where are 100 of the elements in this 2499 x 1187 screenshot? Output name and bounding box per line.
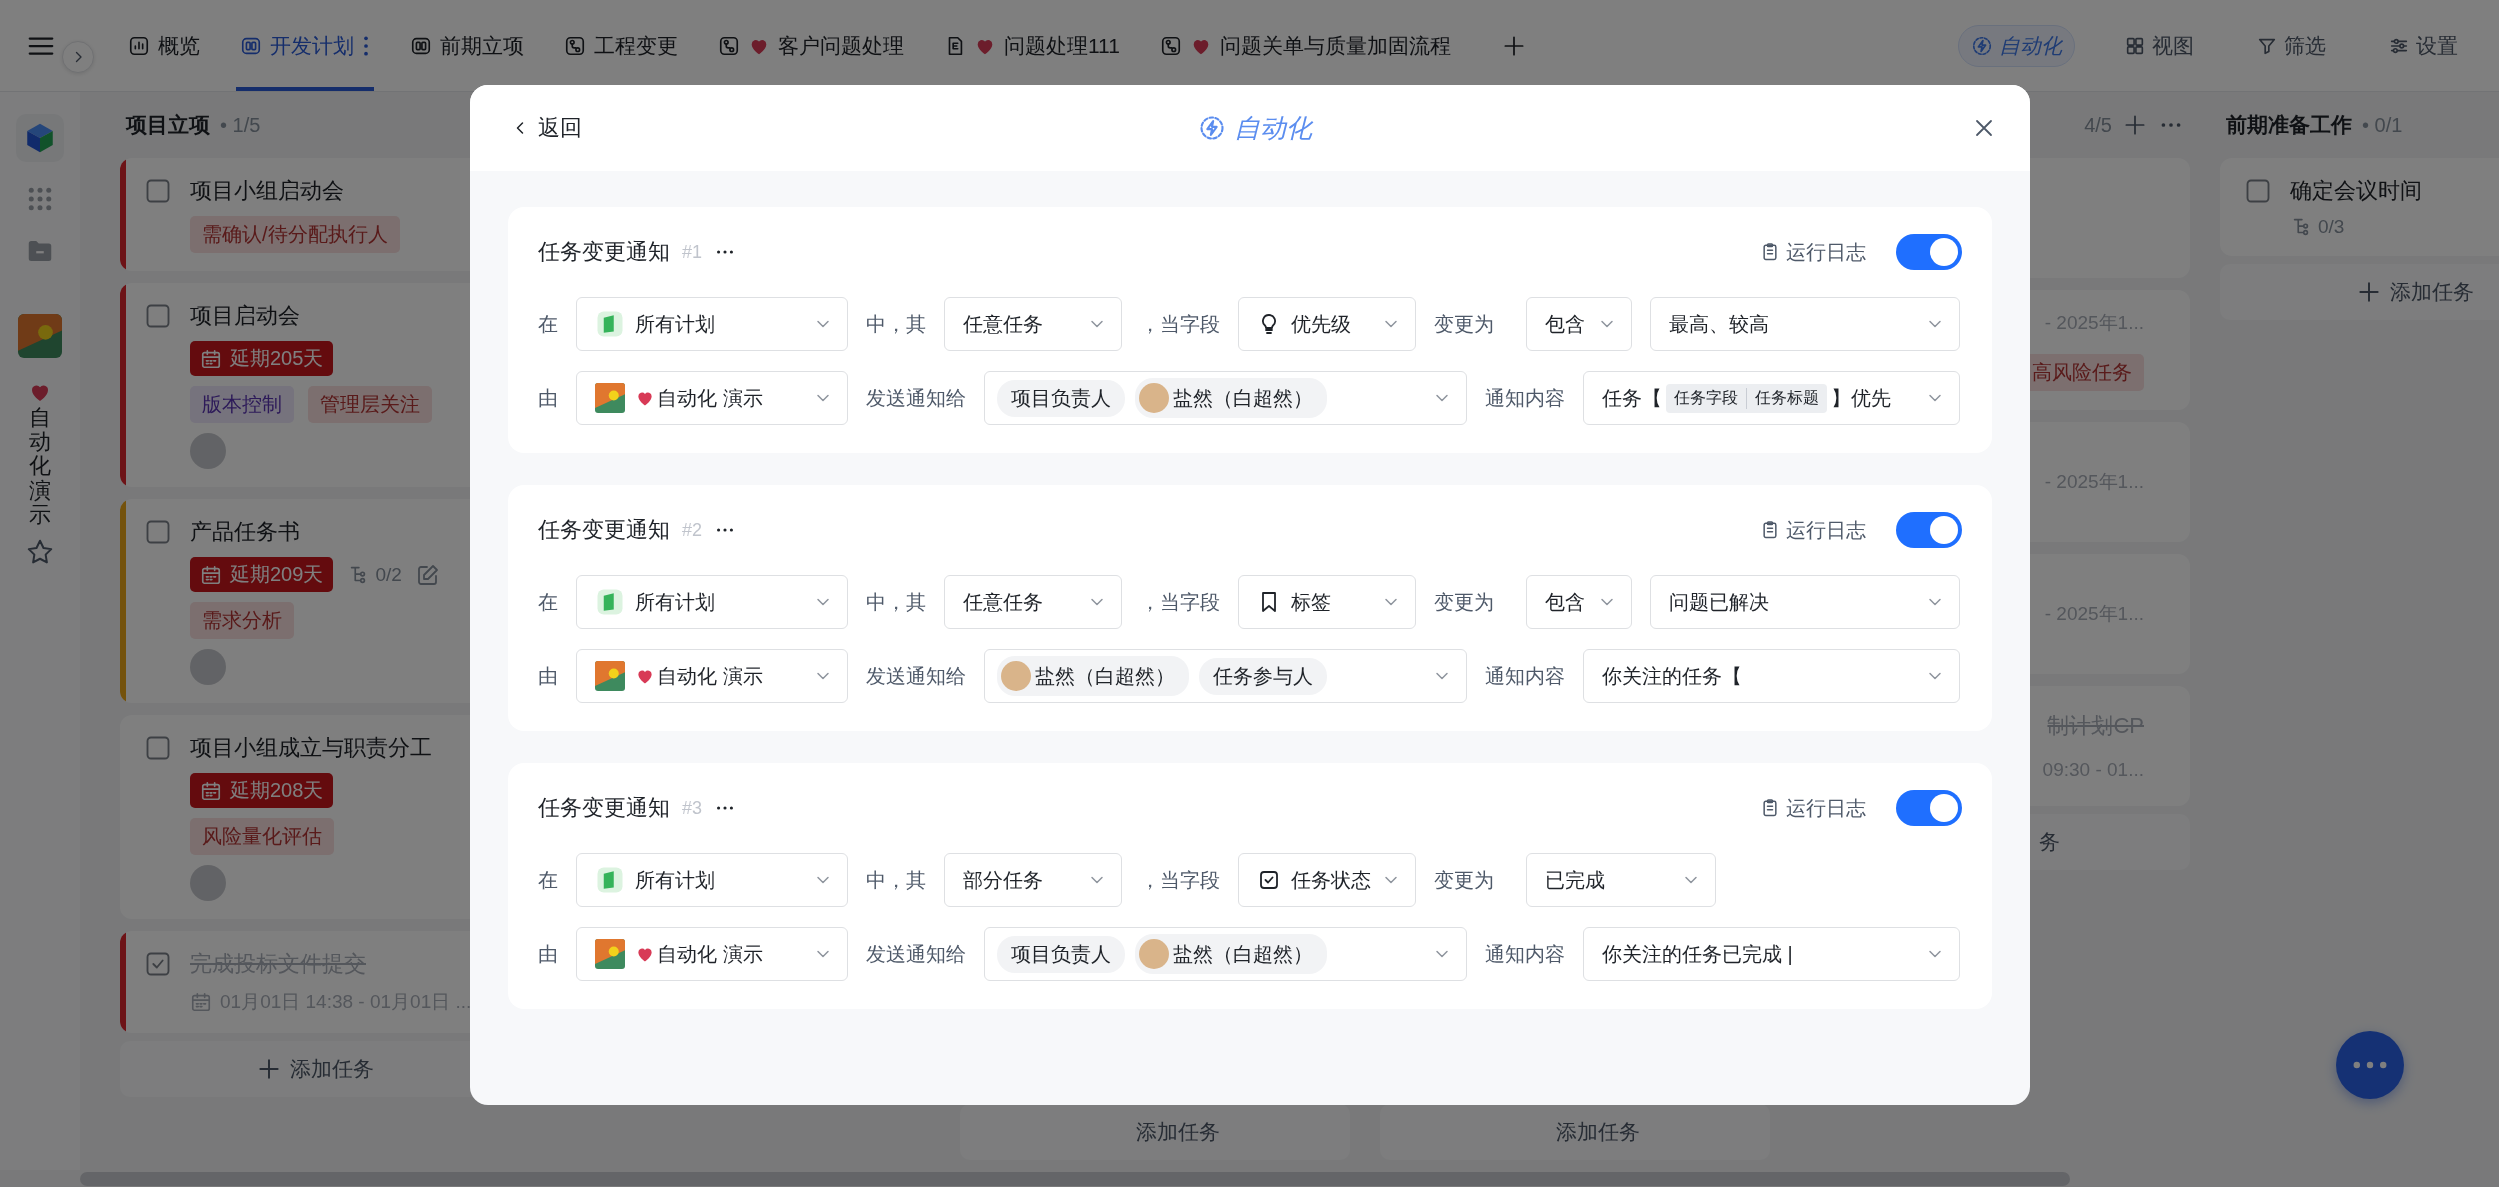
rule-title: 任务变更通知 <box>538 238 670 266</box>
field-select[interactable]: 标签 <box>1238 575 1416 629</box>
action-label: 通知内容 <box>1485 385 1565 411</box>
toggle-switch[interactable] <box>1896 790 1962 826</box>
checkbox[interactable] <box>144 177 172 205</box>
rule-number: #3 <box>682 797 703 819</box>
user-chip: 盐然（白超然） <box>1135 378 1327 418</box>
flow-icon <box>1159 34 1182 57</box>
action-label: 发送通知给 <box>866 385 966 411</box>
scrollbar[interactable] <box>80 1171 2070 1186</box>
thumbnail-image <box>595 383 625 413</box>
recipient-select[interactable]: 项目负责人 盐然（白超然） <box>984 927 1467 981</box>
task-select[interactable]: 任意任务 <box>944 575 1122 629</box>
condition-label: 中，其 <box>866 311 926 337</box>
condition-label: 中，其 <box>866 867 926 893</box>
back-button[interactable]: 返回 <box>506 109 586 147</box>
checkbox[interactable] <box>2244 177 2272 205</box>
checkbox[interactable] <box>144 302 172 330</box>
calendar-icon <box>200 563 222 586</box>
run-log-button[interactable]: 运行日志 <box>1760 794 1866 822</box>
condition-label: ，当字段 <box>1140 589 1220 615</box>
clipboard-icon <box>1760 242 1780 262</box>
task-card[interactable]: 确定会议时间 0/3 <box>2220 158 2499 256</box>
edit-icon[interactable] <box>415 562 440 587</box>
rule-number: #2 <box>682 519 703 541</box>
role-chip: 项目负责人 <box>997 379 1125 417</box>
calendar-icon <box>200 779 222 802</box>
content-field[interactable]: 你关注的任务【 <box>1583 649 1960 703</box>
action-label: 发送通知给 <box>866 941 966 967</box>
run-log-button[interactable]: 运行日志 <box>1760 238 1866 266</box>
sender-select[interactable]: 自动化 演示 <box>576 649 848 703</box>
checkbox[interactable] <box>144 518 172 546</box>
toolbar-button[interactable]: 视图 <box>2111 24 2207 67</box>
thumbnail-image[interactable] <box>18 314 62 358</box>
checkbox[interactable] <box>144 950 172 978</box>
operator-select[interactable]: 包含 <box>1526 297 1632 351</box>
plan-select[interactable]: 所有计划 <box>576 575 848 629</box>
field-select[interactable]: 任务状态 <box>1238 853 1416 907</box>
operator-select[interactable]: 包含 <box>1526 575 1632 629</box>
tab[interactable]: 问题处理111 <box>940 0 1124 91</box>
flow-icon <box>718 34 740 57</box>
tag: 管理层关注 <box>308 386 432 423</box>
plan-select[interactable]: 所有计划 <box>576 297 848 351</box>
rule-number: #1 <box>682 241 703 263</box>
tag: 版本控制 <box>190 386 294 423</box>
content-text: 】优先 <box>1831 385 1891 411</box>
tab[interactable]: 概览 <box>124 0 204 91</box>
toggle-switch[interactable] <box>1896 512 1962 548</box>
app-logo[interactable] <box>16 114 64 162</box>
lightning-icon <box>1198 114 1226 142</box>
toggle-switch[interactable] <box>1896 234 1962 270</box>
sender-select[interactable]: 自动化 演示 <box>576 927 848 981</box>
task-select[interactable]: 部分任务 <box>944 853 1122 907</box>
tab[interactable]: 客户问题处理 <box>714 0 908 91</box>
checkbox[interactable] <box>144 734 172 762</box>
more-button[interactable] <box>2336 1031 2404 1099</box>
subtask-count: 0/2 <box>375 563 402 586</box>
project-name: 自动化演示 <box>29 406 51 527</box>
recipient-select[interactable]: 项目负责人 盐然（白超然） <box>984 371 1467 425</box>
value-select[interactable]: 问题已解决 <box>1650 575 1960 629</box>
condition-label: 中，其 <box>866 589 926 615</box>
thumbnail-image <box>595 939 625 969</box>
tab[interactable]: 问题关单与质量加固流程 <box>1155 0 1455 91</box>
value-select[interactable]: 已完成 <box>1526 853 1716 907</box>
content-field[interactable]: 你关注的任务已完成 | <box>1583 927 1960 981</box>
toolbar-button[interactable]: 筛选 <box>2243 24 2339 67</box>
task-select[interactable]: 任意任务 <box>944 297 1122 351</box>
role-chip: 项目负责人 <box>997 935 1125 973</box>
condition-label: 在 <box>538 867 558 893</box>
plan-select[interactable]: 所有计划 <box>576 853 848 907</box>
sender-select[interactable]: 自动化 演示 <box>576 371 848 425</box>
field-select[interactable]: 优先级 <box>1238 297 1416 351</box>
thumbnail-image <box>595 661 625 691</box>
action-label: 由 <box>538 385 558 411</box>
tab[interactable]: 工程变更 <box>560 0 682 91</box>
toolbar-button[interactable]: 设置 <box>2375 24 2471 67</box>
condition-label: 变更为 <box>1434 311 1494 337</box>
dialog-title: 自动化 <box>1234 111 1312 145</box>
user-chip: 盐然（白超然） <box>1135 934 1327 974</box>
run-log-button[interactable]: 运行日志 <box>1760 516 1866 544</box>
tab[interactable]: 前期立项 <box>406 0 528 91</box>
condition-label: 变更为 <box>1434 867 1494 893</box>
rule-title: 任务变更通知 <box>538 794 670 822</box>
role-chip: 任务参与人 <box>1199 657 1327 695</box>
task-card[interactable]: 项目小组成立与职责分工 延期208天 风险量化评估 <box>120 715 510 919</box>
value-select[interactable]: 最高、较高 <box>1650 297 1960 351</box>
content-text: 你关注的任务已完成 | <box>1602 941 1793 967</box>
task-title: 产品任务书 <box>190 518 300 546</box>
avatar <box>1139 939 1169 969</box>
recipient-select[interactable]: 盐然（白超然） 任务参与人 <box>984 649 1467 703</box>
action-label: 通知内容 <box>1485 941 1565 967</box>
avatar <box>1139 383 1169 413</box>
checkbox-icon <box>1257 868 1281 892</box>
rule-title: 任务变更通知 <box>538 516 670 544</box>
flow-icon <box>564 34 586 57</box>
task-title: 项目启动会 <box>190 302 300 330</box>
tag: 需求分析 <box>190 602 294 639</box>
condition-label: 在 <box>538 311 558 337</box>
content-field[interactable]: 任务【 任务字段 任务标题 】优先 <box>1583 371 1960 425</box>
overdue-badge: 延期208天 <box>190 773 334 808</box>
